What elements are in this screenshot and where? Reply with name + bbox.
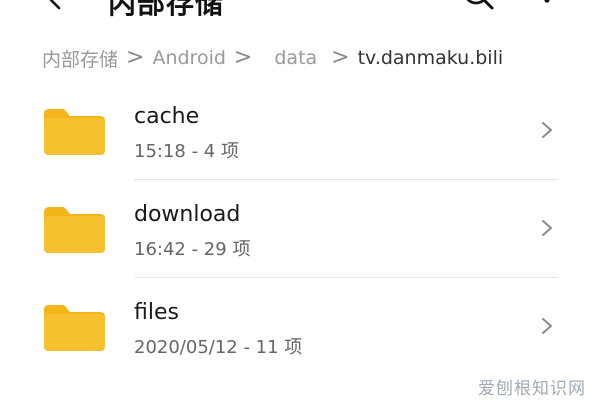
breadcrumb-separator: > <box>126 45 145 70</box>
file-manager-screen: 内部存储 内部存储 > Android > data > tv.danmaku.… <box>0 0 600 405</box>
chevron-right-icon <box>542 122 552 138</box>
list-item-cache[interactable]: cache 15:18 - 4 项 <box>0 82 600 180</box>
list-item-files[interactable]: files 2020/05/12 - 11 项 <box>0 278 600 376</box>
folder-meta: 16:42 - 29 项 <box>134 239 251 260</box>
top-app-bar: 内部存储 <box>0 0 600 20</box>
folder-list: cache 15:18 - 4 项 download 16:42 - 29 项 <box>0 82 600 376</box>
breadcrumb-item-internal-storage[interactable]: 内部存储 <box>42 45 118 72</box>
breadcrumb-separator: > <box>233 45 253 70</box>
breadcrumb: 内部存储 > Android > data > tv.danmaku.bili <box>42 44 503 72</box>
watermark-text: 爱刨根知识网 <box>478 379 586 399</box>
list-item-download[interactable]: download 16:42 - 29 项 <box>0 180 600 278</box>
folder-meta: 15:18 - 4 项 <box>134 141 239 162</box>
folder-name: download <box>134 202 241 227</box>
breadcrumb-item-data[interactable]: data <box>274 47 317 69</box>
folder-icon <box>44 109 105 155</box>
breadcrumb-item-android[interactable]: Android <box>152 47 225 69</box>
chevron-right-icon <box>542 220 552 236</box>
more-vertical-icon[interactable] <box>540 0 554 14</box>
folder-icon <box>44 207 105 253</box>
search-icon[interactable] <box>462 0 496 14</box>
folder-name: cache <box>134 104 200 129</box>
breadcrumb-item-current[interactable]: tv.danmaku.bili <box>358 47 504 69</box>
watermark: 爱刨根知识网 <box>478 374 586 399</box>
folder-meta: 2020/05/12 - 11 项 <box>134 337 303 358</box>
breadcrumb-separator: > <box>331 45 350 70</box>
folder-icon <box>44 305 105 351</box>
back-arrow-icon[interactable] <box>44 0 68 12</box>
folder-name: files <box>134 300 179 325</box>
page-title: 内部存储 <box>108 0 225 20</box>
chevron-right-icon <box>542 318 552 334</box>
